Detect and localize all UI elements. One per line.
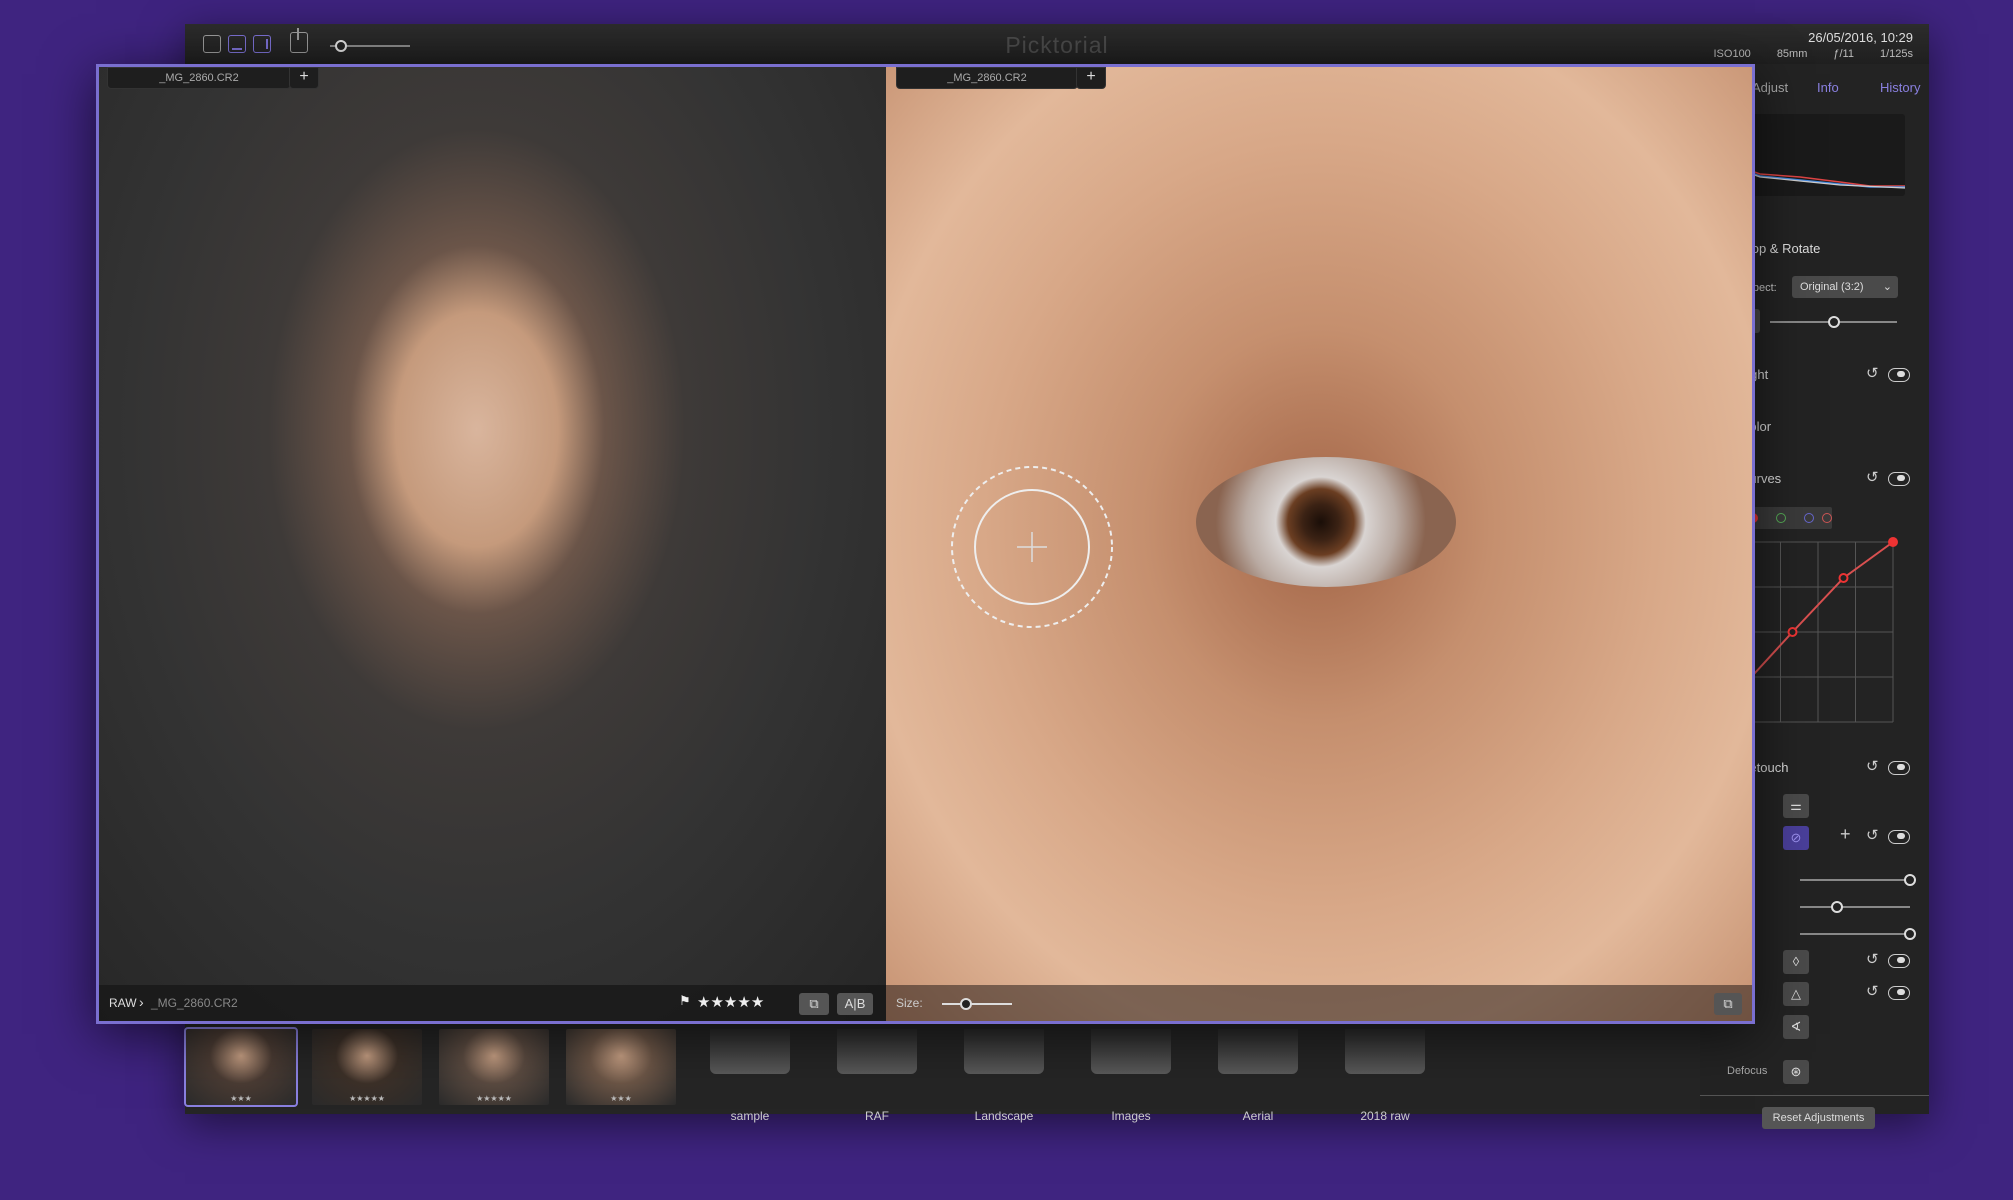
curve-point[interactable] xyxy=(1888,537,1898,547)
brush-size-knob[interactable] xyxy=(960,998,972,1010)
undo-curves-icon[interactable]: ↺ xyxy=(1866,470,1880,485)
light-toggle[interactable] xyxy=(1888,368,1910,382)
star-icon[interactable]: ★ xyxy=(697,994,710,1011)
filmstrip-thumbnail[interactable]: ★★★★★ xyxy=(439,1029,549,1105)
folder-label[interactable]: Landscape xyxy=(939,1109,1069,1123)
rgb-channel-icon[interactable] xyxy=(1822,513,1832,523)
curves-toggle[interactable] xyxy=(1888,472,1910,486)
defocus-label: Defocus xyxy=(1727,1065,1768,1077)
folder-icon[interactable] xyxy=(710,1029,790,1074)
folder-icon[interactable] xyxy=(837,1029,917,1074)
retouch-slider[interactable] xyxy=(1800,901,1910,913)
folder-label[interactable]: sample xyxy=(685,1109,815,1123)
brush-size-slider[interactable] xyxy=(942,998,1012,1010)
edited-photo[interactable]: _MG_2860.CR2 + Size: ⧉ xyxy=(886,67,1752,1021)
folder-icon[interactable] xyxy=(1218,1029,1298,1074)
sharpen-toggle[interactable] xyxy=(1888,986,1910,1000)
undo-sharpen-icon[interactable]: ↺ xyxy=(1866,984,1880,999)
exif-focal: 85mm xyxy=(1776,48,1808,60)
curves-graph[interactable] xyxy=(1738,537,1898,727)
right-bottom-bar: Size: ⧉ xyxy=(886,985,1752,1021)
sliders-icon[interactable]: ⚌ xyxy=(1783,794,1809,818)
healing-bandage-icon[interactable]: ⊘ xyxy=(1783,826,1809,850)
panel-divider xyxy=(1700,1095,1929,1096)
exif-shutter: 1/125s xyxy=(1879,48,1913,60)
retouch-toggle[interactable] xyxy=(1888,761,1910,775)
retouch-slider-knob[interactable] xyxy=(1831,901,1844,913)
star-icon[interactable]: ★ xyxy=(710,994,723,1011)
blue-channel-icon[interactable] xyxy=(1804,513,1814,523)
retouch-slider[interactable] xyxy=(1800,928,1916,940)
star-icon[interactable]: ★ xyxy=(724,994,737,1011)
title-bar: Picktorial 26/05/2016, 10:29 ISO100 85mm… xyxy=(185,24,1929,64)
capture-datetime: 26/05/2016, 10:29 xyxy=(1808,30,1913,45)
copy-settings-icon[interactable]: ⧉ xyxy=(799,993,829,1015)
chevron-right-icon: › xyxy=(139,994,144,1010)
left-add-tab-button[interactable]: + xyxy=(289,67,319,89)
exif-iso: ISO100 xyxy=(1713,48,1751,60)
star-icon[interactable]: ★ xyxy=(737,994,750,1011)
size-label: Size: xyxy=(896,996,923,1010)
thumbnail-rating: ★★★ xyxy=(230,1094,252,1103)
rotate-slider[interactable] xyxy=(1770,316,1897,328)
undo-retouch-icon[interactable]: ↺ xyxy=(1866,759,1880,774)
tab-info[interactable]: Info xyxy=(1817,80,1839,95)
histogram-graph xyxy=(1741,138,1906,189)
histogram xyxy=(1740,114,1906,196)
compare-window: _MG_2860.CR2 + RAW › _MG_2860.CR2 ⚑ ★★★★… xyxy=(96,64,1755,1024)
undo-healing-icon[interactable]: ↺ xyxy=(1866,828,1880,843)
green-channel-icon[interactable] xyxy=(1776,513,1786,523)
folder-icon[interactable] xyxy=(964,1029,1044,1074)
left-file-tab[interactable]: _MG_2860.CR2 xyxy=(107,67,291,89)
original-photo[interactable]: _MG_2860.CR2 + RAW › _MG_2860.CR2 ⚑ ★★★★… xyxy=(99,67,886,1021)
curve-point[interactable] xyxy=(1838,573,1849,583)
app-title: Picktorial xyxy=(1005,32,1109,58)
rotate-slider-knob[interactable] xyxy=(1828,316,1840,328)
retouch-slider-knob[interactable] xyxy=(1904,874,1916,886)
reject-flag-icon[interactable]: ⚑ xyxy=(679,993,691,1009)
reset-adjustments-button[interactable]: Reset Adjustments xyxy=(1762,1107,1875,1129)
folder-icon[interactable] xyxy=(1345,1029,1425,1074)
tab-history[interactable]: History xyxy=(1880,80,1920,95)
filmstrip-thumbnail[interactable]: ★★★★★ xyxy=(312,1029,422,1105)
exif-info: ISO100 85mm ƒ/11 1/125s xyxy=(1714,48,1914,60)
aspect-value: Original (3:2) xyxy=(1800,281,1864,293)
folder-icon[interactable] xyxy=(1091,1029,1171,1074)
star-icon[interactable]: ★ xyxy=(751,994,764,1011)
thumbnail-rating: ★★★★★ xyxy=(476,1094,512,1103)
healing-toggle[interactable] xyxy=(1888,830,1910,844)
chevron-down-icon: ⌄ xyxy=(1882,281,1892,293)
brush-icon[interactable]: ∢ xyxy=(1783,1015,1809,1039)
breadcrumb-file: _MG_2860.CR2 xyxy=(151,996,238,1010)
heal-brush-cursor[interactable] xyxy=(886,67,1752,1021)
folder-label[interactable]: 2018 raw xyxy=(1320,1109,1450,1123)
undo-light-icon[interactable]: ↺ xyxy=(1866,366,1880,381)
retouch-slider-knob[interactable] xyxy=(1904,928,1916,940)
triangle-icon[interactable]: △ xyxy=(1783,982,1809,1006)
ab-compare-button[interactable]: A|B xyxy=(837,993,873,1015)
add-icon[interactable]: + xyxy=(1840,824,1851,845)
aperture-icon[interactable]: ⊛ xyxy=(1783,1060,1809,1084)
undo-smoothen-icon[interactable]: ↺ xyxy=(1866,952,1880,967)
tab-adjust[interactable]: Adjust xyxy=(1752,80,1788,95)
star-rating[interactable]: ★★★★★ xyxy=(697,993,764,1012)
folder-label[interactable]: Images xyxy=(1066,1109,1196,1123)
thumbnail-rating: ★★★ xyxy=(610,1094,632,1103)
smoothen-toggle[interactable] xyxy=(1888,954,1910,968)
droplet-icon[interactable]: ◊ xyxy=(1783,950,1809,974)
curve-point[interactable] xyxy=(1787,627,1798,637)
copy-settings-right-icon[interactable]: ⧉ xyxy=(1714,993,1742,1015)
folder-label[interactable]: RAF xyxy=(812,1109,942,1123)
exif-aperture: ƒ/11 xyxy=(1833,48,1854,60)
retouch-slider[interactable] xyxy=(1800,874,1916,886)
left-bottom-bar: RAW › _MG_2860.CR2 ⚑ ★★★★★ ⧉ A|B xyxy=(99,985,886,1021)
filmstrip-thumbnail[interactable]: ★★★ xyxy=(566,1029,676,1105)
aspect-dropdown[interactable]: Original (3:2) ⌄ xyxy=(1792,276,1898,298)
filmstrip-thumbnail[interactable]: ★★★ xyxy=(184,1027,298,1107)
folder-label[interactable]: Aerial xyxy=(1193,1109,1323,1123)
thumbnail-rating: ★★★★★ xyxy=(349,1094,385,1103)
breadcrumb-root[interactable]: RAW xyxy=(109,996,137,1010)
